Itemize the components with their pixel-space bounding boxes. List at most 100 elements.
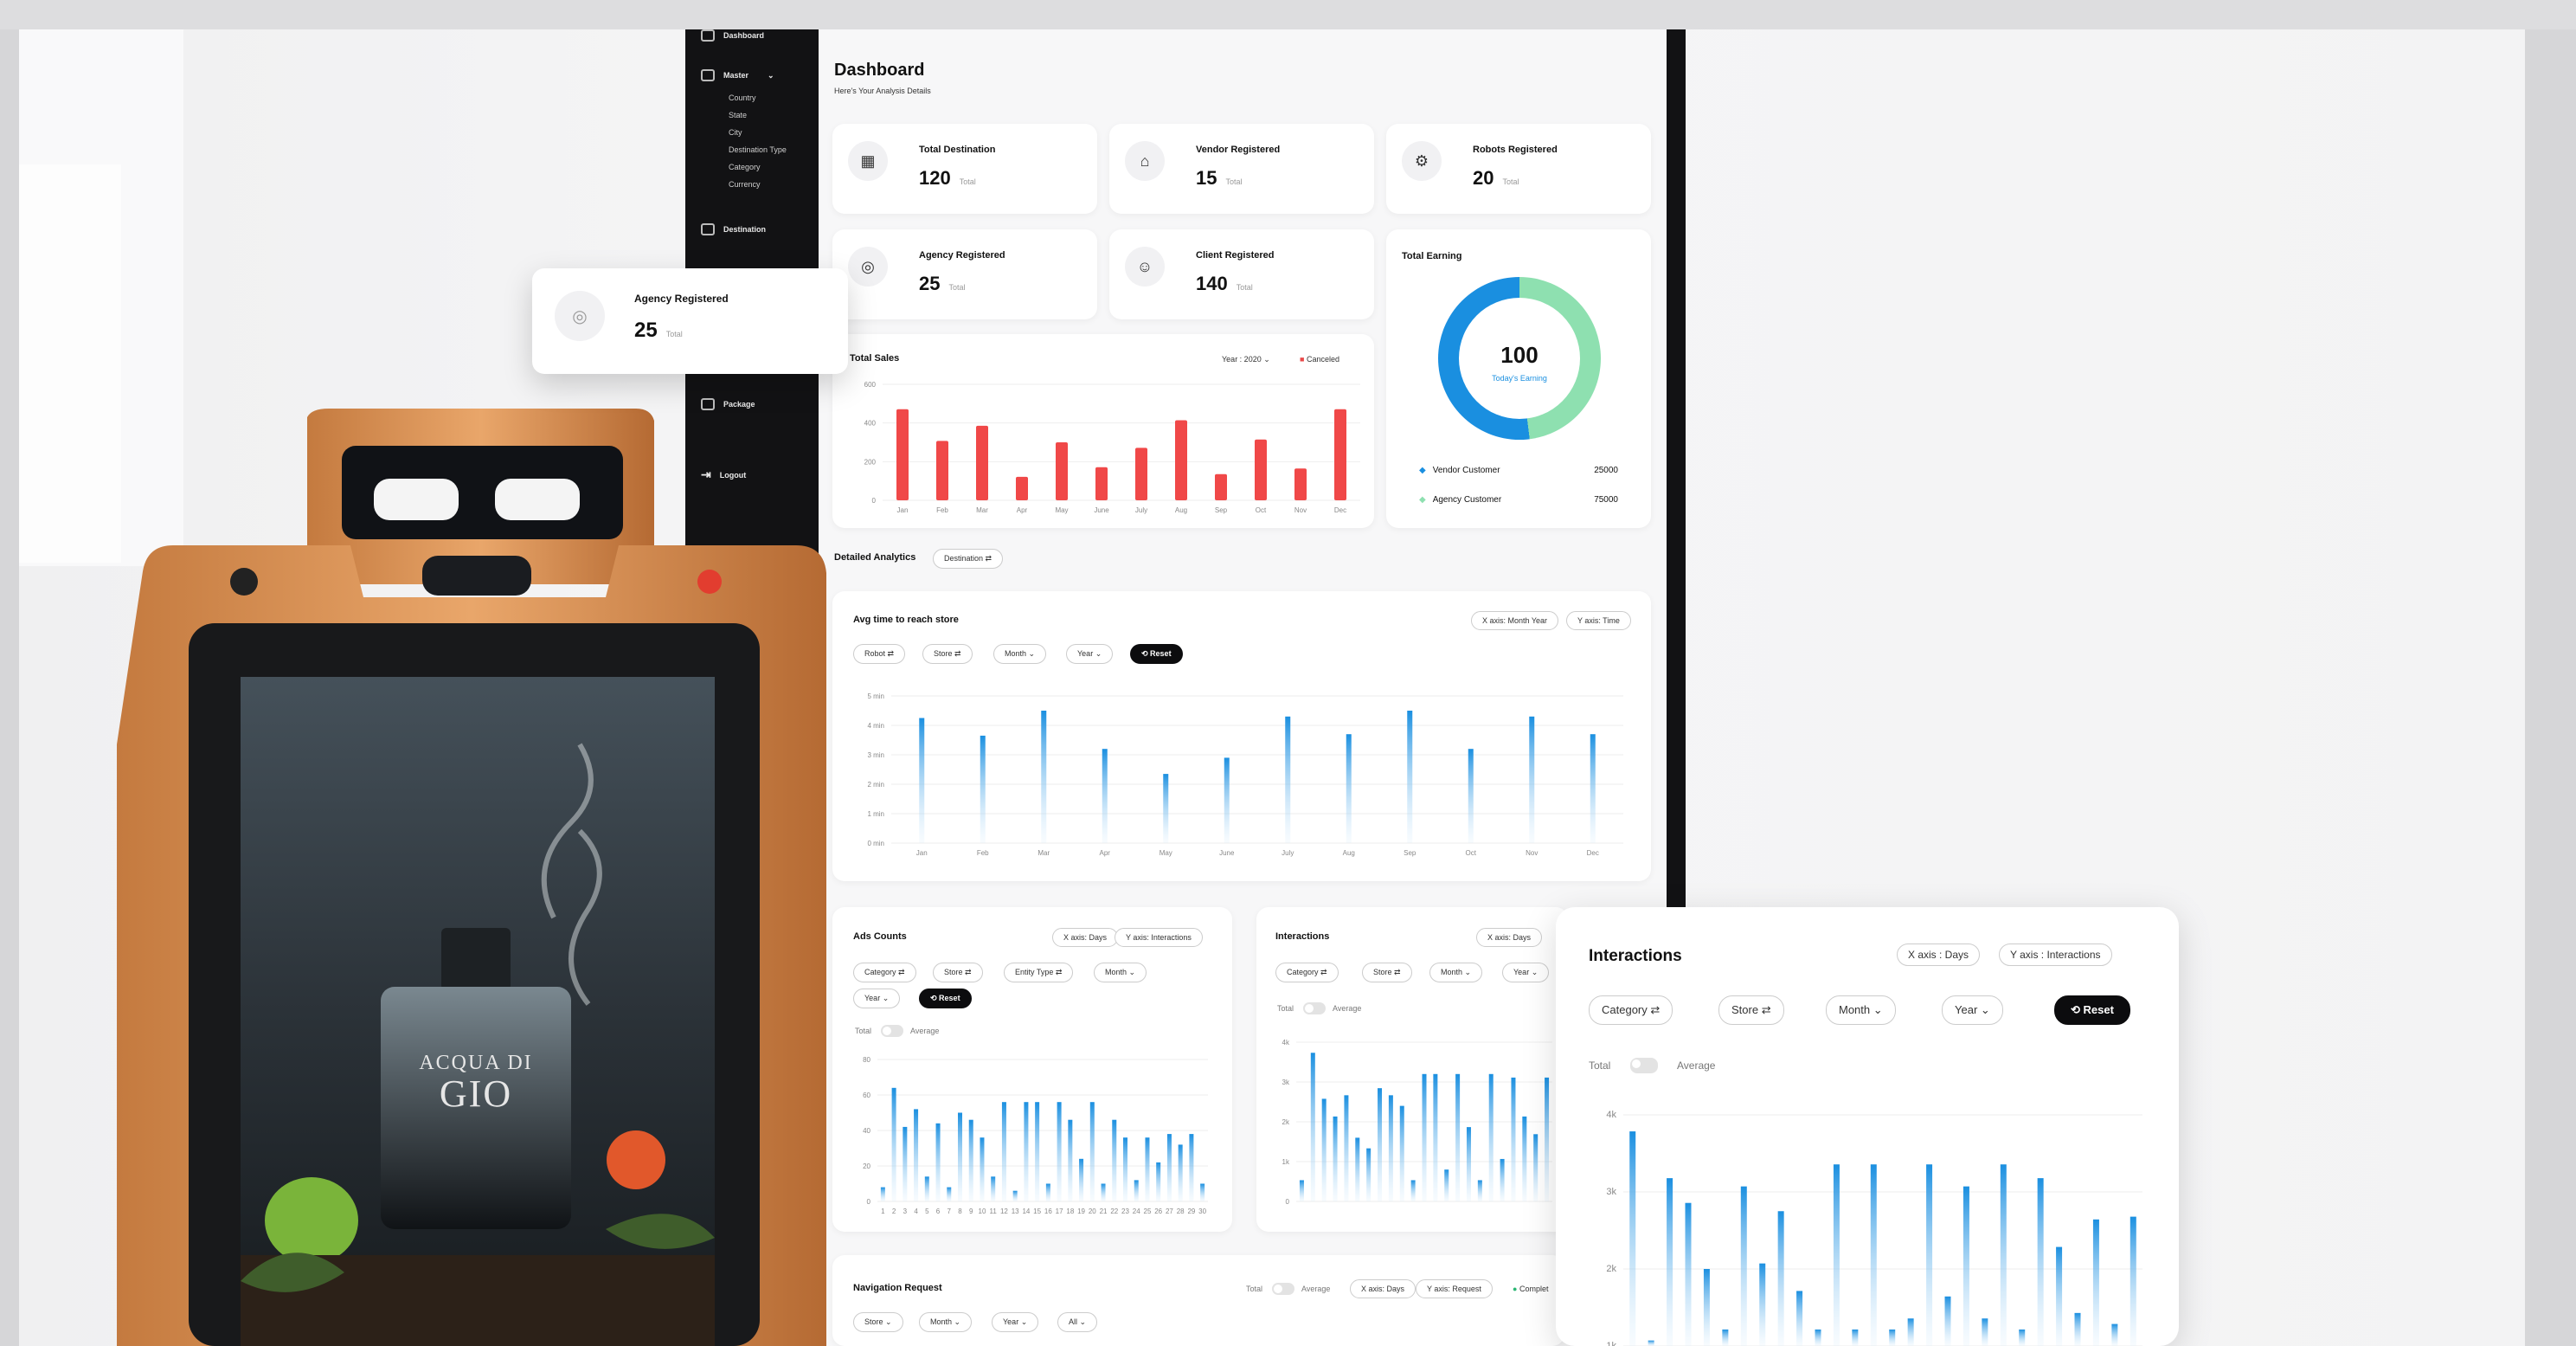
detailed-filter-select[interactable]: Destination ⇄ (933, 549, 1004, 569)
grid-icon (701, 29, 715, 42)
donut-center: 100 Today's Earning (1438, 342, 1601, 383)
sales-year-select[interactable]: Year : 2020 ⌄ (1222, 355, 1270, 364)
dot-icon: ● (1513, 1285, 1518, 1293)
earning-title: Total Earning (1402, 251, 1462, 261)
bar (935, 1123, 941, 1201)
page-title: Dashboard (834, 61, 925, 80)
sidebar-subitem-currency[interactable]: Currency (729, 180, 761, 189)
month-filter[interactable]: Month ⌄ (1094, 963, 1147, 982)
reset-button[interactable]: ⟲ Reset (919, 989, 972, 1008)
year-filter[interactable]: Year ⌄ (992, 1312, 1039, 1332)
stat-label: Client Registered (1196, 250, 1275, 261)
average-toggle[interactable] (1303, 1002, 1326, 1014)
store-icon: ⌂ (1125, 141, 1165, 181)
package-icon (701, 398, 715, 410)
store-filter[interactable]: Store ⇄ (1718, 995, 1784, 1025)
sidebar-item-dashboard[interactable]: Dashboard (701, 29, 764, 42)
bar (1102, 749, 1108, 843)
month-filter[interactable]: Month ⌄ (1826, 995, 1896, 1025)
average-toggle[interactable] (1630, 1058, 1658, 1073)
category-filter[interactable]: Category ⇄ (1275, 963, 1339, 982)
bar (1294, 468, 1307, 500)
year-filter[interactable]: Year ⌄ (1502, 963, 1550, 982)
x-tick-label: 17 (1056, 1208, 1063, 1215)
sidebar-item-destination[interactable]: Destination (701, 223, 766, 235)
bar (1045, 1183, 1050, 1201)
stat-card-robots[interactable]: ⚙ Robots Registered 20 Total (1386, 124, 1651, 214)
target-icon: ◎ (848, 247, 888, 287)
x-tick-label: 9 (969, 1208, 973, 1215)
bar (1444, 1169, 1449, 1201)
bar (1522, 1116, 1527, 1201)
stat-card-vendor[interactable]: ⌂ Vendor Registered 15 Total (1109, 124, 1374, 214)
stat-card-client[interactable]: ☺ Client Registered 140 Total (1109, 229, 1374, 319)
stat-value: 25 Total (919, 273, 966, 294)
category-filter[interactable]: Category ⇄ (853, 963, 916, 982)
all-filter[interactable]: All ⌄ (1057, 1312, 1098, 1332)
x-tick-label: 19 (1077, 1208, 1085, 1215)
year-filter[interactable]: Year ⌄ (853, 989, 901, 1008)
y-tick-label: 20 (863, 1162, 870, 1170)
store-filter[interactable]: Store ⌄ (853, 1312, 903, 1332)
x-tick-label: 14 (1022, 1208, 1030, 1215)
bar (2111, 1323, 2118, 1346)
store-filter[interactable]: Store ⇄ (1362, 963, 1412, 982)
bar (1285, 716, 1291, 843)
bar (1796, 1291, 1803, 1346)
bar (1024, 1102, 1029, 1201)
x-tick-label: Feb (936, 506, 948, 514)
bar (1012, 1190, 1018, 1201)
sidebar-subitem-destination-type[interactable]: Destination Type (729, 145, 787, 154)
floating-card-value: 25 Total (634, 319, 683, 342)
year-filter[interactable]: Year ⌄ (1066, 644, 1114, 664)
sidebar-subitem-state[interactable]: State (729, 111, 747, 119)
sidebar-subitem-city[interactable]: City (729, 128, 742, 137)
dot-icon: ◆ (1419, 495, 1426, 505)
stat-card-destination[interactable]: ▦ Total Destination 120 Total (832, 124, 1097, 214)
bar (1355, 1137, 1360, 1201)
bar (1344, 1095, 1349, 1201)
bar (1095, 467, 1108, 500)
stat-card-agency[interactable]: ◎ Agency Registered 25 Total (832, 229, 1097, 319)
sidebar-subitem-country[interactable]: Country (729, 93, 756, 102)
store-filter[interactable]: Store ⇄ (922, 644, 973, 664)
floating-agency-card: ◎ Agency Registered 25 Total (532, 268, 848, 374)
dot-icon: ■ (1300, 355, 1305, 364)
month-filter[interactable]: Month ⌄ (919, 1312, 973, 1332)
month-filter[interactable]: Month ⌄ (1429, 963, 1483, 982)
x-tick-label: Dec (1587, 849, 1599, 857)
reset-button[interactable]: ⟲ Reset (2054, 995, 2130, 1025)
ads-chart: 8060402001 2 3 4 5 6 7 8 9 10 11 12 13 14 15 16 17 18 19 20… (863, 1056, 1208, 1215)
bar (1299, 1180, 1304, 1201)
stat-label: Robots Registered (1473, 145, 1558, 155)
x-tick-label: 6 (936, 1208, 941, 1215)
page-subtitle: Here's Your Analysis Details (834, 87, 931, 95)
reset-button[interactable]: ⟲ Reset (1130, 644, 1183, 664)
list-icon (701, 69, 715, 81)
x-tick-label: 28 (1177, 1208, 1185, 1215)
toggle-total-label: Total (1589, 1059, 1611, 1072)
x-tick-label: 22 (1110, 1208, 1118, 1215)
sidebar-item-master[interactable]: Master ⌄ (701, 69, 774, 81)
sidebar-subitem-category[interactable]: Category (729, 163, 761, 171)
year-filter[interactable]: Year ⌄ (1942, 995, 2003, 1025)
month-filter[interactable]: Month ⌄ (993, 644, 1047, 664)
x-tick-label: Nov (1526, 849, 1538, 857)
entity-type-filter[interactable]: Entity Type ⇄ (1004, 963, 1074, 982)
bar (1759, 1263, 1766, 1346)
x-axis-badge: X axis: Month Year (1471, 611, 1559, 630)
average-toggle[interactable] (881, 1025, 903, 1037)
sidebar-item-logout[interactable]: ⇥ Logout (701, 467, 746, 482)
category-filter[interactable]: Category ⇄ (1589, 995, 1673, 1025)
store-filter[interactable]: Store ⇄ (933, 963, 983, 982)
navigation-title: Navigation Request (853, 1283, 942, 1293)
bar (1310, 1053, 1315, 1201)
sidebar-item-package[interactable]: Package (701, 398, 755, 410)
average-toggle[interactable] (1272, 1283, 1294, 1295)
x-tick-label: Mar (1037, 849, 1050, 857)
bar (1926, 1164, 1933, 1346)
robot-filter[interactable]: Robot ⇄ (853, 644, 906, 664)
bar (2019, 1329, 2026, 1346)
x-tick-label: 3 (903, 1208, 908, 1215)
bar (1533, 1134, 1539, 1201)
